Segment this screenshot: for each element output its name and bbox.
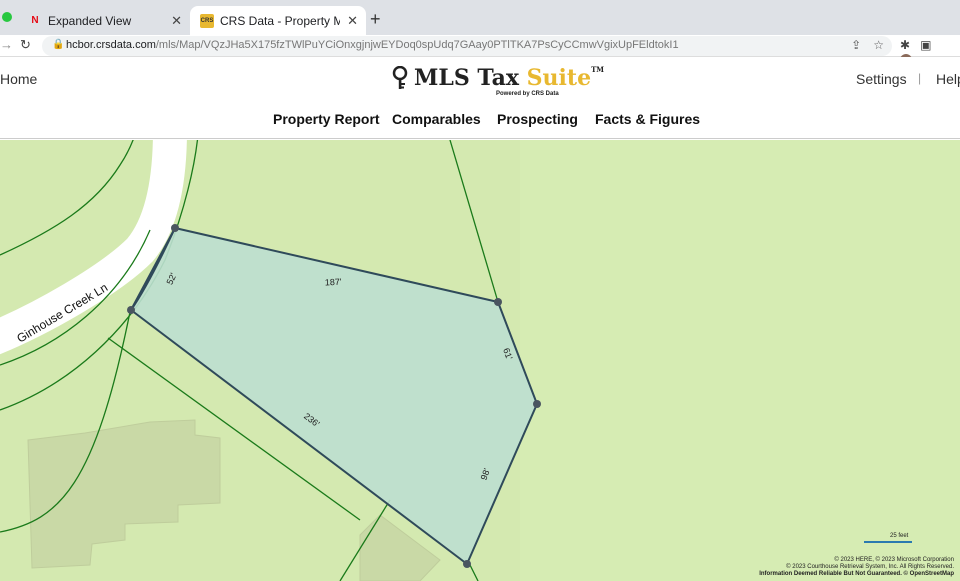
logo-accent: Suite	[526, 65, 592, 91]
tab-expanded-view[interactable]: N Expanded View ✕	[18, 6, 190, 35]
scale-label: 25 feet	[890, 533, 909, 539]
window-zoom-button[interactable]	[2, 12, 12, 22]
header-separator: |	[918, 71, 922, 85]
browser-tab-bar: N Expanded View ✕ CRS CRS Data - Propert…	[0, 0, 960, 35]
parcel-vertex[interactable]	[533, 400, 541, 408]
map-scale: 25 feet	[864, 533, 912, 543]
mls-tax-suite-logo[interactable]: MLS Tax SuiteTM Powered by CRS Data	[392, 65, 604, 97]
address-bar[interactable]: 🔒 hcbor.crsdata.com/mls/Map/VQzJHa5X175f…	[42, 36, 892, 56]
address-toolbar: → ↻ 🔒 hcbor.crsdata.com/mls/Map/VQzJHa5X…	[0, 35, 960, 57]
new-tab-button[interactable]: +	[370, 9, 381, 30]
forward-icon[interactable]: →	[0, 37, 13, 52]
url-domain: hcbor.crsdata.com	[66, 39, 156, 51]
nav-facts-figures[interactable]: Facts & Figures	[595, 111, 700, 127]
site-header: Home MLS Tax SuiteTM Powered by CRS Data…	[0, 57, 960, 139]
nav-prospecting[interactable]: Prospecting	[497, 111, 578, 127]
help-link[interactable]: Help	[936, 71, 960, 87]
close-tab-icon[interactable]: ✕	[171, 13, 182, 29]
settings-link[interactable]: Settings	[856, 71, 907, 87]
lock-icon: 🔒	[52, 39, 65, 50]
key-icon	[392, 66, 408, 89]
logo-trademark: TM	[591, 65, 605, 74]
parcel-vertex[interactable]	[494, 298, 502, 306]
attribution-line: © 2023 HERE, © 2023 Microsoft Corporatio…	[834, 557, 954, 563]
share-icon[interactable]: ⇪	[851, 38, 861, 52]
nav-comparables[interactable]: Comparables	[392, 111, 481, 127]
logo-text: MLS Tax SuiteTM	[414, 65, 604, 91]
map-attribution: © 2023 HERE, © 2023 Microsoft Corporatio…	[759, 557, 954, 578]
map-canvas[interactable]: 187' 52' 61' 98' 236' Ginhouse Creek Ln	[0, 140, 960, 581]
attribution-line[interactable]: Information Deemed Reliable But Not Guar…	[759, 571, 954, 578]
property-map[interactable]: 187' 52' 61' 98' 236' Ginhouse Creek Ln …	[0, 140, 960, 581]
tab-crs-data[interactable]: CRS CRS Data - Property Map for U ✕	[190, 6, 366, 35]
reload-icon[interactable]: ↻	[20, 37, 31, 53]
logo-main: MLS Tax	[414, 65, 527, 91]
extensions-puzzle-icon[interactable]: ✱	[900, 38, 910, 52]
tab-title: CRS Data - Property Map for U	[220, 13, 340, 28]
attribution-line: © 2023 Courthouse Retrieval System, Inc.…	[786, 564, 954, 570]
dimension-top: 187'	[325, 277, 343, 288]
logo-subtitle: Powered by CRS Data	[496, 91, 559, 97]
scale-bar	[864, 541, 912, 543]
crs-favicon-icon: CRS	[200, 14, 214, 28]
omnibox-icons: ⇪ ☆	[839, 38, 884, 52]
home-link[interactable]: Home	[0, 71, 37, 87]
nav-property-report[interactable]: Property Report	[273, 111, 380, 127]
netflix-favicon-icon: N	[31, 15, 39, 26]
parcel-vertex[interactable]	[463, 560, 471, 568]
close-tab-icon[interactable]: ✕	[347, 13, 358, 29]
url-path: /mls/Map/VQzJHa5X175fzTWlPuYCiOnxgjnjwEY…	[155, 39, 679, 51]
parcel-vertex[interactable]	[127, 306, 135, 314]
bookmark-star-icon[interactable]: ☆	[873, 38, 884, 52]
url-text: hcbor.crsdata.com/mls/Map/VQzJHa5X175fzT…	[66, 39, 679, 51]
sidebar-icon[interactable]: ▣	[920, 38, 931, 52]
tab-title: Expanded View	[48, 13, 132, 28]
parcel-vertex[interactable]	[171, 224, 179, 232]
